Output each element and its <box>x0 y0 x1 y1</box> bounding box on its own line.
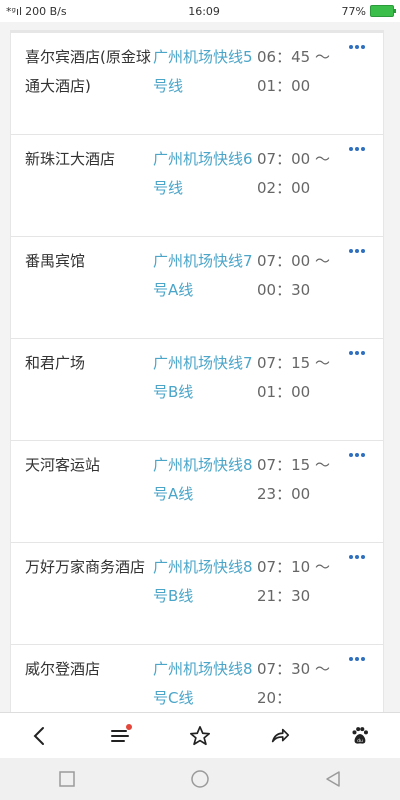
stop-name: 威尔登酒店 <box>25 660 101 678</box>
svg-text:du: du <box>357 738 363 744</box>
more-button[interactable] <box>331 441 383 542</box>
more-button[interactable] <box>331 543 383 644</box>
more-dots-icon[interactable] <box>349 45 365 134</box>
circle-icon[interactable] <box>190 769 210 789</box>
baidu-paw-icon[interactable]: du <box>349 725 371 747</box>
notification-dot <box>126 724 132 730</box>
share-icon[interactable] <box>269 725 291 747</box>
favorite-button[interactable] <box>180 716 220 756</box>
route-name[interactable]: 广州机场快线6号线 <box>153 135 257 236</box>
status-bar: *ᵍıl 200 B/s 16:09 77% <box>0 0 400 22</box>
more-dots-icon[interactable] <box>349 657 365 712</box>
more-dots-icon[interactable] <box>349 351 365 440</box>
more-button[interactable] <box>331 645 383 712</box>
more-dots-icon[interactable] <box>349 555 365 644</box>
more-button[interactable] <box>331 237 383 338</box>
recent-apps-button[interactable] <box>47 759 87 799</box>
service-time: 07：10 ～21：30 <box>257 558 330 605</box>
clock: 16:09 <box>188 4 220 18</box>
star-icon[interactable] <box>189 725 211 747</box>
square-icon[interactable] <box>58 770 76 788</box>
route-name[interactable]: 广州机场快线5号线 <box>153 33 257 134</box>
route-name[interactable]: 广州机场快线7号B线 <box>153 339 257 440</box>
network-speed: 200 B/s <box>25 4 67 18</box>
back-icon[interactable] <box>29 725 51 747</box>
more-dots-icon[interactable] <box>349 249 365 338</box>
more-dots-icon[interactable] <box>349 453 365 542</box>
route-table: 喜尔宾酒店(原金球通大酒店) 广州机场快线5号线 06：45 ～01：00 新珠… <box>10 30 384 712</box>
table-row[interactable]: 天河客运站 广州机场快线8号A线 07：15 ～23：00 <box>11 441 383 543</box>
route-name[interactable]: 广州机场快线8号B线 <box>153 543 257 644</box>
more-button[interactable] <box>331 135 383 236</box>
table-row[interactable]: 威尔登酒店 广州机场快线8号C线 07：30 ～20： <box>11 645 383 712</box>
share-button[interactable] <box>260 716 300 756</box>
system-navigation-bar <box>0 758 400 800</box>
stop-name: 番禺宾馆 <box>25 252 86 270</box>
baidu-button[interactable]: du <box>340 716 380 756</box>
browser-toolbar: du <box>0 712 400 759</box>
stop-name: 万好万家商务酒店 <box>25 558 146 576</box>
battery-icon <box>370 5 396 17</box>
stop-name: 天河客运站 <box>25 456 101 474</box>
home-button[interactable] <box>180 759 220 799</box>
service-time: 06：45 ～01：00 <box>257 48 330 95</box>
stop-name: 新珠江大酒店 <box>25 150 116 168</box>
more-dots-icon[interactable] <box>349 147 365 236</box>
menu-button[interactable] <box>100 716 140 756</box>
table-row[interactable]: 喜尔宾酒店(原金球通大酒店) 广州机场快线5号线 06：45 ～01：00 <box>11 30 383 135</box>
stop-name: 和君广场 <box>25 354 86 372</box>
service-time: 07：30 ～20： <box>257 660 330 707</box>
stop-name: 喜尔宾酒店(原金球通大酒店) <box>25 48 151 95</box>
table-row[interactable]: 番禺宾馆 广州机场快线7号A线 07：00 ～00：30 <box>11 237 383 339</box>
table-row[interactable]: 万好万家商务酒店 广州机场快线8号B线 07：10 ～21：30 <box>11 543 383 645</box>
route-name[interactable]: 广州机场快线8号A线 <box>153 441 257 542</box>
signal-indicator: *ᵍıl <box>6 4 23 18</box>
service-time: 07：00 ～02：00 <box>257 150 330 197</box>
more-button[interactable] <box>331 33 383 134</box>
route-name[interactable]: 广州机场快线7号A线 <box>153 237 257 338</box>
system-back-button[interactable] <box>313 759 353 799</box>
back-button[interactable] <box>20 716 60 756</box>
table-row[interactable]: 新珠江大酒店 广州机场快线6号线 07：00 ～02：00 <box>11 135 383 237</box>
service-time: 07：15 ～01：00 <box>257 354 330 401</box>
table-row[interactable]: 和君广场 广州机场快线7号B线 07：15 ～01：00 <box>11 339 383 441</box>
status-right: 77% <box>341 4 396 18</box>
service-time: 07：00 ～00：30 <box>257 252 330 299</box>
route-name[interactable]: 广州机场快线8号C线 <box>153 645 257 712</box>
triangle-back-icon[interactable] <box>324 770 342 788</box>
content-area[interactable]: 喜尔宾酒店(原金球通大酒店) 广州机场快线5号线 06：45 ～01：00 新珠… <box>0 22 400 712</box>
service-time: 07：15 ～23：00 <box>257 456 330 503</box>
battery-percent: 77% <box>341 4 366 18</box>
more-button[interactable] <box>331 339 383 440</box>
status-left: *ᵍıl 200 B/s <box>6 5 67 18</box>
